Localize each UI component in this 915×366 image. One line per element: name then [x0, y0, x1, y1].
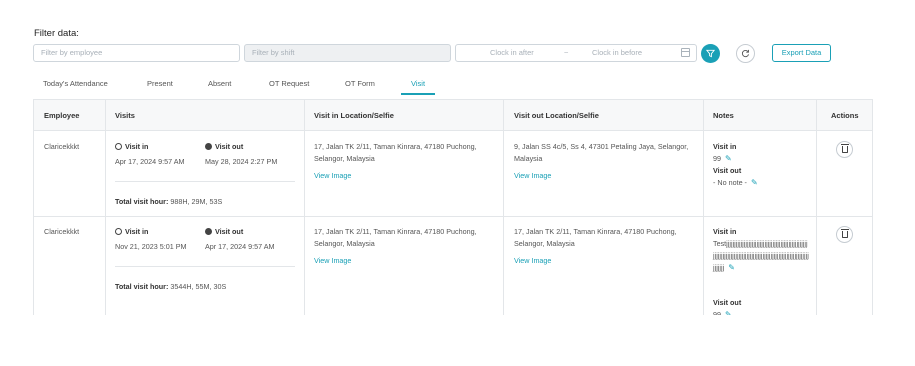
shift-filter-input[interactable]: Filter by shift [244, 44, 451, 62]
visit-in-label: Visit in [125, 142, 149, 151]
trash-icon [840, 144, 849, 153]
header-visit-out-location: Visit out Location/Selfie [514, 111, 599, 120]
notes-visit-out-label: Visit out [713, 298, 742, 307]
clock-in-date-range[interactable]: Clock in after ~ Clock in before [455, 44, 697, 62]
export-data-button[interactable]: Export Data [772, 44, 831, 62]
visit-in-location: 17, Jalan TK 2/11, Taman Kinrara, 47180 … [314, 227, 477, 248]
tab-todays-attendance[interactable]: Today's Attendance [43, 79, 108, 88]
refresh-icon [741, 49, 749, 58]
visit-in-time: Apr 17, 2024 9:57 AM [115, 157, 185, 166]
edit-pencil-icon[interactable]: ✎ [751, 178, 758, 187]
header-actions: Actions [831, 111, 859, 120]
notes-visit-in-label: Visit in [713, 142, 737, 151]
visit-out-time: May 28, 2024 2:27 PM [205, 157, 278, 166]
refresh-button[interactable] [736, 44, 755, 63]
clock-in-before-field[interactable]: Clock in before [592, 48, 642, 57]
visit-out-time: Apr 17, 2024 9:57 AM [205, 242, 275, 251]
tab-present[interactable]: Present [147, 79, 173, 88]
tab-ot-form[interactable]: OT Form [345, 79, 375, 88]
active-tab-indicator [401, 93, 435, 95]
visit-out-location: 17, Jalan TK 2/11, Taman Kinrara, 47180 … [514, 227, 677, 248]
header-employee: Employee [44, 111, 80, 120]
visit-in-label: Visit in [125, 227, 149, 236]
total-visit-label: Total visit hour: [115, 197, 169, 206]
tab-ot-request[interactable]: OT Request [269, 79, 309, 88]
total-visit-label: Total visit hour: [115, 282, 169, 291]
filter-button[interactable] [701, 44, 720, 63]
view-image-link[interactable]: View Image [314, 255, 351, 267]
clock-icon [115, 143, 122, 150]
view-image-link[interactable]: View Image [514, 170, 551, 182]
header-visits: Visits [115, 111, 135, 120]
visit-table: Employee Visits Visit in Location/Selfie… [33, 99, 873, 315]
edit-pencil-icon[interactable]: ✎ [725, 310, 732, 315]
visit-out-label: Visit out [215, 142, 244, 151]
delete-button[interactable] [836, 141, 853, 158]
visit-out-label: Visit out [215, 227, 244, 236]
clock-icon [205, 228, 212, 235]
header-visit-in-location: Visit in Location/Selfie [314, 111, 394, 120]
divider [115, 266, 295, 267]
employee-name: Claricekkkt [44, 227, 80, 236]
tab-visit[interactable]: Visit [411, 79, 425, 88]
employee-name: Claricekkkt [44, 142, 80, 151]
edit-pencil-icon[interactable]: ✎ [728, 263, 735, 272]
header-notes: Notes [713, 111, 734, 120]
clock-in-after-field[interactable]: Clock in after [490, 48, 534, 57]
visit-out-location: 9, Jalan SS 4c/5, Ss 4, 47301 Petaling J… [514, 142, 689, 163]
view-image-link[interactable]: View Image [314, 170, 351, 182]
clock-icon [115, 228, 122, 235]
edit-pencil-icon[interactable]: ✎ [725, 154, 732, 163]
divider [115, 181, 295, 182]
total-visit-value: 3544H, 55M, 30S [170, 282, 227, 291]
notes-visit-out-value: - No note - [713, 178, 747, 187]
notes-visit-out-value: 99 [713, 310, 721, 315]
range-separator: ~ [564, 48, 569, 57]
visit-in-location: 17, Jalan TK 2/11, Taman Kinrara, 47180 … [314, 142, 477, 163]
notes-visit-in-label: Visit in [713, 227, 737, 236]
trash-icon [840, 229, 849, 238]
total-visit-value: 988H, 29M, 53S [170, 197, 223, 206]
visit-in-time: Nov 21, 2023 5:01 PM [115, 242, 187, 251]
filter-title: Filter data: [34, 28, 79, 39]
notes-visit-in-value: 99 [713, 154, 721, 163]
tab-absent[interactable]: Absent [208, 79, 231, 88]
clock-icon [205, 143, 212, 150]
notes-visit-out-label: Visit out [713, 166, 742, 175]
view-image-link[interactable]: View Image [514, 255, 551, 267]
calendar-icon [681, 48, 690, 57]
funnel-icon [706, 49, 715, 58]
delete-button[interactable] [836, 226, 853, 243]
table-header: Employee Visits Visit in Location/Selfie… [34, 100, 872, 131]
employee-filter-input[interactable]: Filter by employee [33, 44, 240, 62]
